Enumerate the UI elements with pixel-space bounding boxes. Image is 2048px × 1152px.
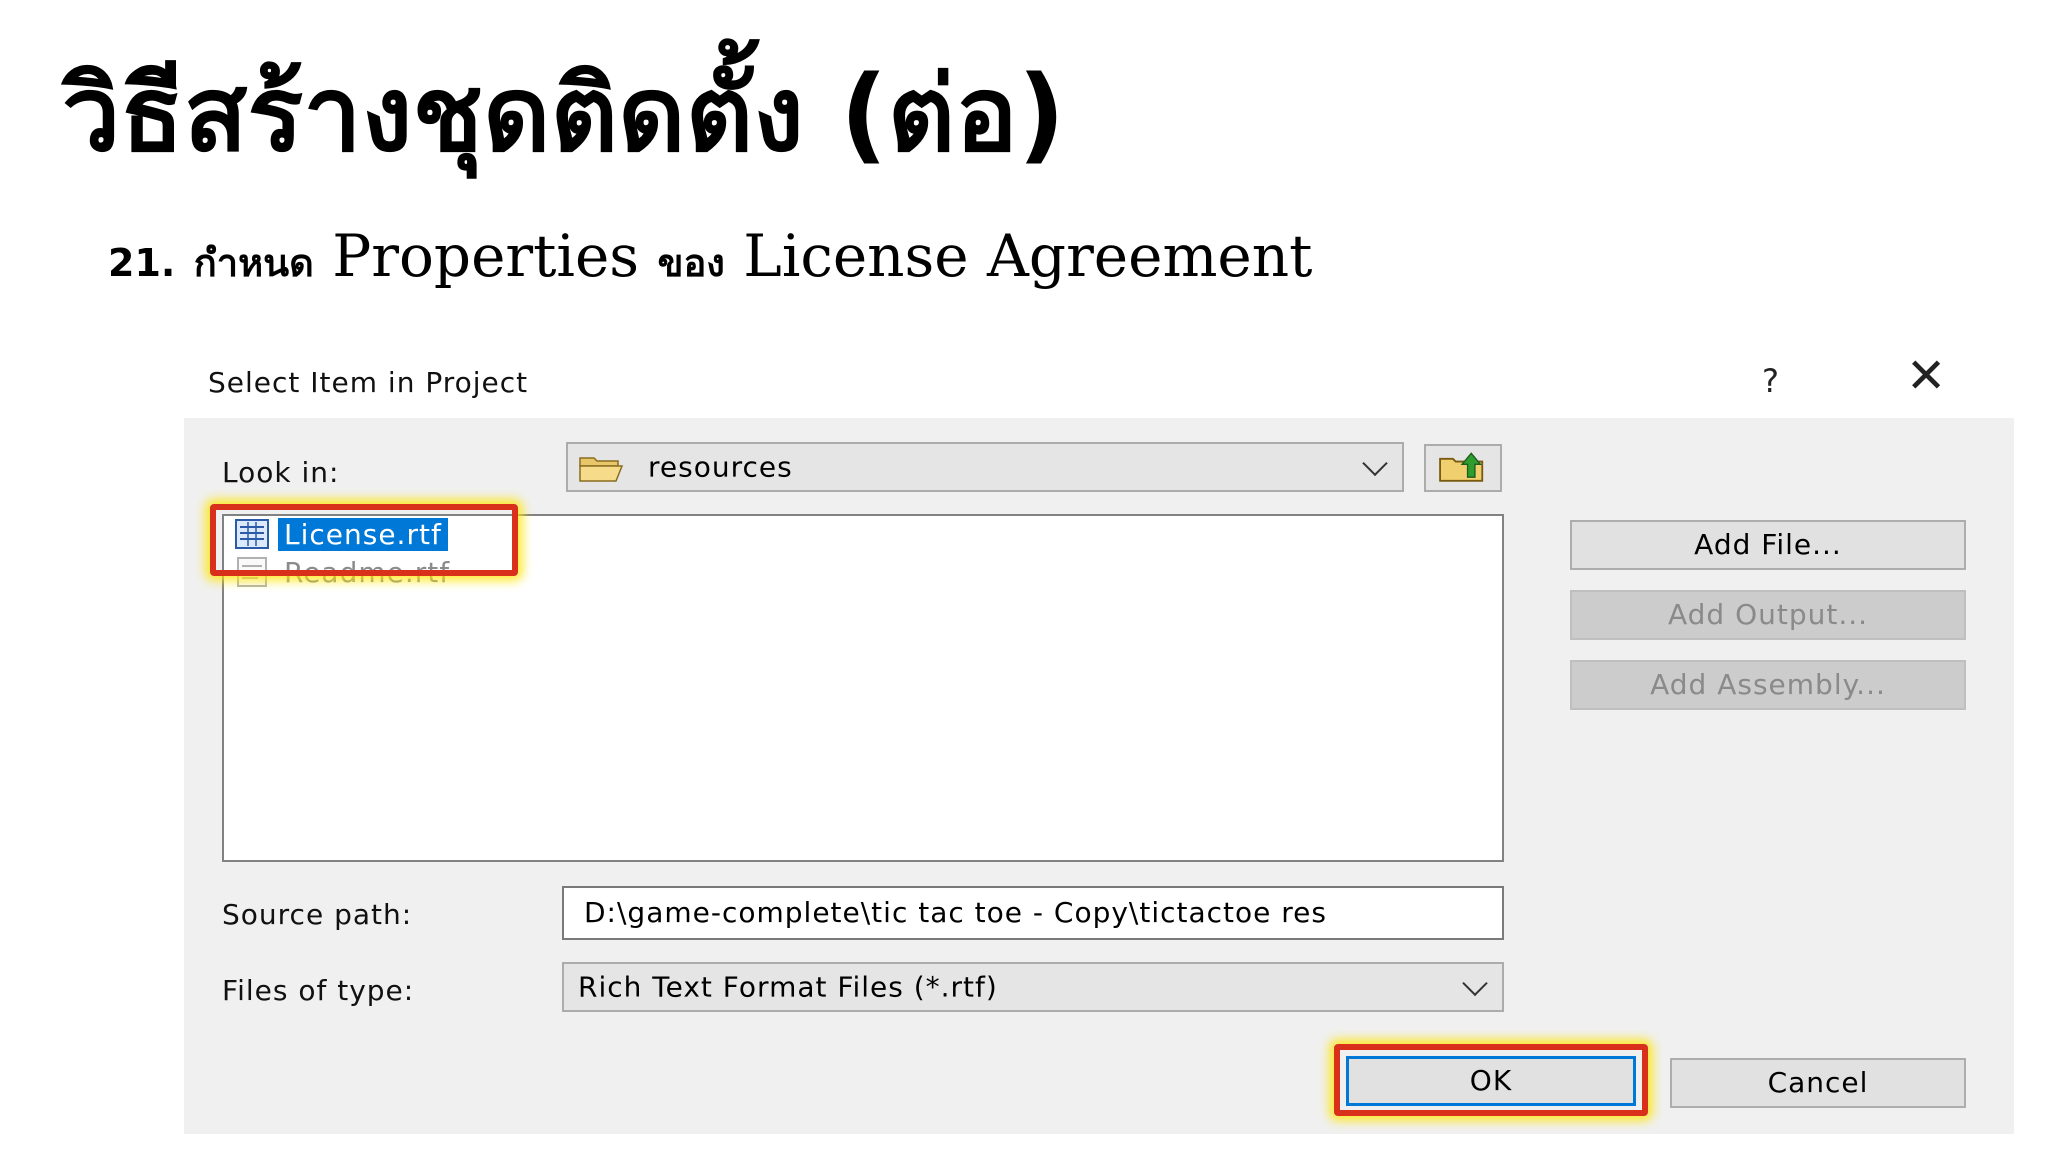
step-target: License Agreement — [743, 222, 1313, 290]
add-assembly-button[interactable]: Add Assembly... — [1570, 660, 1966, 710]
files-of-type-dropdown[interactable]: Rich Text Format Files (*.rtf) — [562, 962, 1504, 1012]
chevron-down-icon — [1362, 450, 1388, 477]
add-output-button[interactable]: Add Output... — [1570, 590, 1966, 640]
folder-up-icon — [1439, 452, 1484, 482]
step-of: ของ — [657, 241, 725, 285]
look-in-value: resources — [648, 450, 793, 484]
step-properties: Properties — [332, 222, 640, 290]
step-number: 21. — [108, 241, 176, 285]
step-prefix: กำหนด — [193, 241, 314, 285]
add-file-button[interactable]: Add File... — [1570, 520, 1966, 570]
source-path-label: Source path: — [222, 898, 413, 931]
source-path-value: D:\game-complete\tic tac toe - Copy\tict… — [584, 896, 1327, 929]
chevron-down-icon — [1462, 970, 1488, 997]
highlight-license — [210, 504, 518, 576]
source-path-field[interactable]: D:\game-complete\tic tac toe - Copy\tict… — [562, 886, 1504, 940]
look-in-dropdown[interactable]: resources — [566, 442, 1404, 492]
dialog-title: Select Item in Project — [208, 366, 529, 399]
slide-title: วิธีสร้างชุดติดตั้ง (ต่อ) — [62, 53, 1066, 175]
close-button[interactable]: ✕ — [1906, 352, 1946, 400]
files-of-type-label: Files of type: — [222, 974, 415, 1007]
cancel-button[interactable]: Cancel — [1670, 1058, 1966, 1108]
slide-subtitle: 21. กำหนด Properties ของ License Agreeme… — [108, 222, 1312, 292]
help-button[interactable]: ? — [1762, 362, 1779, 400]
look-in-label: Look in: — [222, 456, 340, 489]
files-of-type-value: Rich Text Format Files (*.rtf) — [578, 970, 998, 1004]
open-folder-icon — [579, 457, 624, 482]
up-one-level-button[interactable] — [1424, 444, 1502, 492]
close-icon: ✕ — [1906, 348, 1947, 404]
highlight-ok — [1334, 1044, 1648, 1116]
